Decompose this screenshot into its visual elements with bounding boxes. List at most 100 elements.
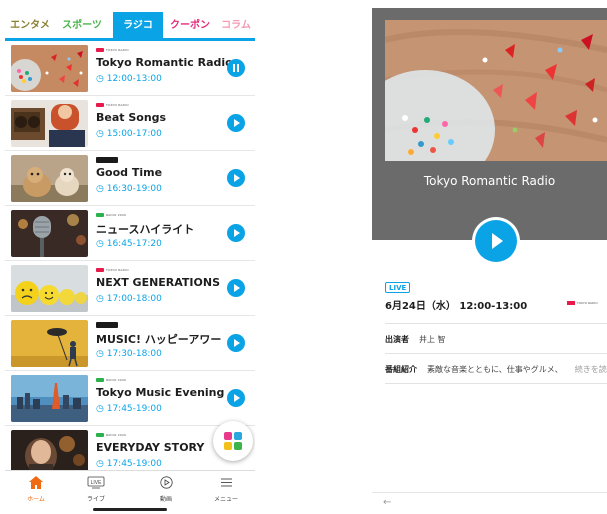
station-mark: [96, 267, 104, 272]
live-badge: LIVE: [385, 282, 411, 293]
station-mark: [96, 432, 104, 437]
program-time: ◷ 12:00-13:00: [96, 74, 162, 84]
divider: [385, 323, 607, 324]
program-intro-row: 番組紹介 素敵な音楽とともに、仕事やグルメ、 続きを読む: [385, 364, 607, 375]
station-logo: TOKYO RADIO: [96, 267, 129, 272]
play-button[interactable]: [227, 389, 245, 407]
station-mark: [96, 377, 104, 382]
program-title: ニュースハイライト: [96, 223, 195, 236]
nav-menu[interactable]: メニュー: [201, 474, 251, 503]
play-button[interactable]: [227, 224, 245, 242]
category-tabs: エンタメ スポーツ ラジコ クーポン コラム: [5, 0, 255, 41]
program-hero-image: [385, 20, 607, 161]
performer-name: 井上 智: [419, 335, 446, 344]
performer-row: 出演者 井上 智: [385, 334, 446, 345]
read-more-link[interactable]: 続きを読む: [575, 365, 607, 374]
hero-title: Tokyo Romantic Radio: [423, 174, 556, 188]
program-title: Tokyo Romantic Radio: [96, 56, 233, 69]
play-icon: [492, 233, 503, 249]
program-thumbnail: [11, 320, 88, 367]
program-thumbnail: [11, 100, 88, 147]
broadcast-datetime: 6月24日（水） 12:00-13:00: [385, 301, 528, 312]
play-icon: [234, 284, 240, 292]
station-mark: [96, 47, 104, 52]
program-time: ◷ 16:45-17:20: [96, 239, 162, 249]
browser-toolbar: ←: [372, 492, 607, 514]
program-thumbnail: [11, 45, 88, 92]
menu-icon: [220, 478, 232, 487]
tab-coupon[interactable]: クーポン: [163, 12, 217, 40]
program-thumbnail: [11, 265, 88, 312]
play-button[interactable]: [227, 169, 245, 187]
program-row[interactable]: RADIO 2020 ニュースハイライト ◷ 16:45-17:20: [5, 206, 255, 261]
play-icon: [234, 229, 240, 237]
home-indicator: [93, 508, 167, 511]
tab-entame[interactable]: エンタメ: [5, 12, 55, 40]
nav-live[interactable]: LIVE ライブ: [71, 474, 121, 503]
station-logo: TOKYO RADIO: [567, 301, 598, 305]
pause-button[interactable]: [227, 59, 245, 77]
program-thumbnail: [11, 210, 88, 257]
station-logo: TOKYO RADIO: [96, 47, 129, 52]
nav-video[interactable]: 動画: [141, 474, 191, 503]
program-title: Good Time: [96, 166, 163, 179]
station-logo: RADIO 2020: [96, 377, 126, 382]
intro-label: 番組紹介: [385, 365, 417, 374]
tab-column[interactable]: コラム: [217, 12, 255, 40]
divider: [385, 353, 607, 354]
program-hero: Tokyo Romantic Radio: [372, 8, 607, 240]
station-logo: [96, 322, 118, 328]
svg-text:LIVE: LIVE: [91, 480, 103, 486]
station-mark: [96, 102, 104, 107]
performer-label: 出演者: [385, 335, 409, 344]
program-time: ◷ 17:00-18:00: [96, 294, 162, 304]
nav-home[interactable]: ホーム: [11, 474, 61, 503]
program-row[interactable]: Good Time ◷ 16:30-19:00: [5, 151, 255, 206]
program-time: ◷ 17:30-18:00: [96, 349, 162, 359]
play-icon: [234, 394, 240, 402]
program-row[interactable]: RADIO 2020 Tokyo Music Evening ◷ 17:45-1…: [5, 371, 255, 426]
program-thumbnail: [11, 375, 88, 422]
program-row[interactable]: MUSIC! ハッピーアワー ◷ 17:30-18:00: [5, 316, 255, 371]
station-logo: TOKYO RADIO: [96, 102, 129, 107]
video-play-icon: [159, 476, 173, 489]
program-row[interactable]: TOKYO RADIO Beat Songs ◷ 15:00-17:00: [5, 96, 255, 151]
program-time: ◷ 17:45-19:00: [96, 404, 162, 414]
play-button[interactable]: [227, 334, 245, 352]
program-row[interactable]: TOKYO RADIO NEXT GENERATIONS ◷ 17:00-18:…: [5, 261, 255, 316]
home-icon: [29, 476, 43, 489]
program-row[interactable]: TOKYO RADIO Tokyo Romantic Radio ◷ 12:00…: [5, 41, 255, 96]
station-mark: [96, 212, 104, 217]
program-time: ◷ 15:00-17:00: [96, 129, 162, 139]
station-mark: [96, 157, 118, 163]
program-detail-screen: Tokyo Romantic Radio LIVE 6月24日（水） 12:00…: [372, 8, 607, 514]
station-mark: [567, 301, 575, 305]
play-button[interactable]: [227, 114, 245, 132]
station-logo: [96, 157, 118, 163]
program-list-screen: エンタメ スポーツ ラジコ クーポン コラム TOKYO RADIO Tokyo…: [5, 0, 255, 514]
program-time: ◷ 16:30-19:00: [96, 184, 162, 194]
play-icon: [234, 119, 240, 127]
station-logo: RADIO 2020: [96, 432, 126, 437]
app-launcher-button[interactable]: [213, 421, 253, 461]
program-title: Beat Songs: [96, 111, 167, 124]
back-arrow-icon[interactable]: ←: [383, 497, 391, 508]
program-title: NEXT GENERATIONS: [96, 276, 221, 289]
program-title: Tokyo Music Evening: [96, 386, 225, 399]
pause-icon: [233, 64, 239, 72]
live-tv-icon: LIVE: [87, 476, 105, 489]
divider: [385, 383, 607, 384]
grid-icon: [224, 432, 232, 440]
play-button[interactable]: [227, 279, 245, 297]
program-thumbnail: [11, 155, 88, 202]
tab-sports[interactable]: スポーツ: [55, 12, 109, 40]
tab-radiko[interactable]: ラジコ: [113, 12, 163, 40]
station-mark: [96, 322, 118, 328]
bottom-navigation: ホーム LIVE ライブ 動画 メニュー: [5, 470, 255, 504]
intro-text: 素敵な音楽とともに、仕事やグルメ、: [427, 365, 563, 374]
program-title: MUSIC! ハッピーアワー: [96, 333, 222, 346]
main-play-button[interactable]: [475, 220, 517, 262]
play-icon: [234, 174, 240, 182]
program-time: ◷ 17:45-19:00: [96, 459, 162, 469]
station-logo: RADIO 2020: [96, 212, 126, 217]
